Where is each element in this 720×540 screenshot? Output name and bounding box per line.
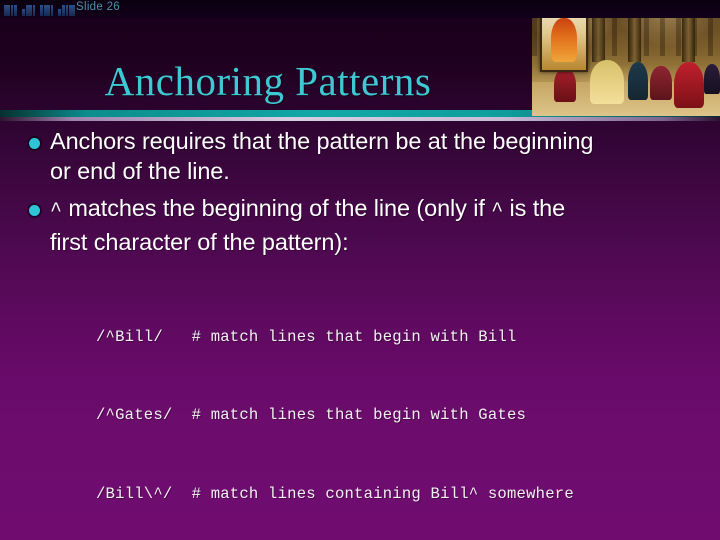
bullet-text-caret-anchor: ^ matches the beginning of the line (onl…: [50, 193, 710, 257]
bullet-text-anchors-intro: Anchors requires that the pattern be at …: [50, 126, 710, 186]
bullet-dot-icon: [18, 126, 50, 149]
code-block-caret-examples: /^Bill/ # match lines that begin with Bi…: [0, 271, 720, 540]
code-line: /^Gates/ # match lines that begin with G…: [96, 406, 527, 425]
code-line: /Bill\^/ # match lines containing Bill^ …: [96, 485, 574, 504]
caret-symbol: ^: [50, 200, 62, 223]
code-line: /^Bill/ # match lines that begin with Bi…: [96, 327, 517, 346]
perl-wordmark-logo: [4, 3, 75, 16]
bullet-item-anchors-intro: Anchors requires that the pattern be at …: [0, 126, 720, 186]
slide-number-label: Slide 26: [76, 1, 120, 13]
bullet-line: Anchors requires that the pattern be at …: [50, 128, 594, 154]
bullet-line-post: is the: [503, 195, 566, 221]
bullet-dot-icon: [18, 193, 50, 216]
bullet-line: or end of the line.: [50, 158, 230, 184]
caret-symbol: ^: [491, 200, 504, 223]
bullet-line: ^ matches the beginning of the line (onl…: [50, 193, 710, 227]
slide-title: Anchoring Patterns: [104, 58, 432, 104]
slide-body: Anchors requires that the pattern be at …: [0, 126, 720, 540]
bullet-item-caret-anchor: ^ matches the beginning of the line (onl…: [0, 193, 720, 257]
bullet-line: first character of the pattern):: [50, 229, 349, 255]
bullet-line-mid: matches the beginning of the line (only …: [61, 195, 492, 221]
presentation-slide: Slide 26 Anchoring Patterns Anchors requ…: [0, 0, 720, 540]
